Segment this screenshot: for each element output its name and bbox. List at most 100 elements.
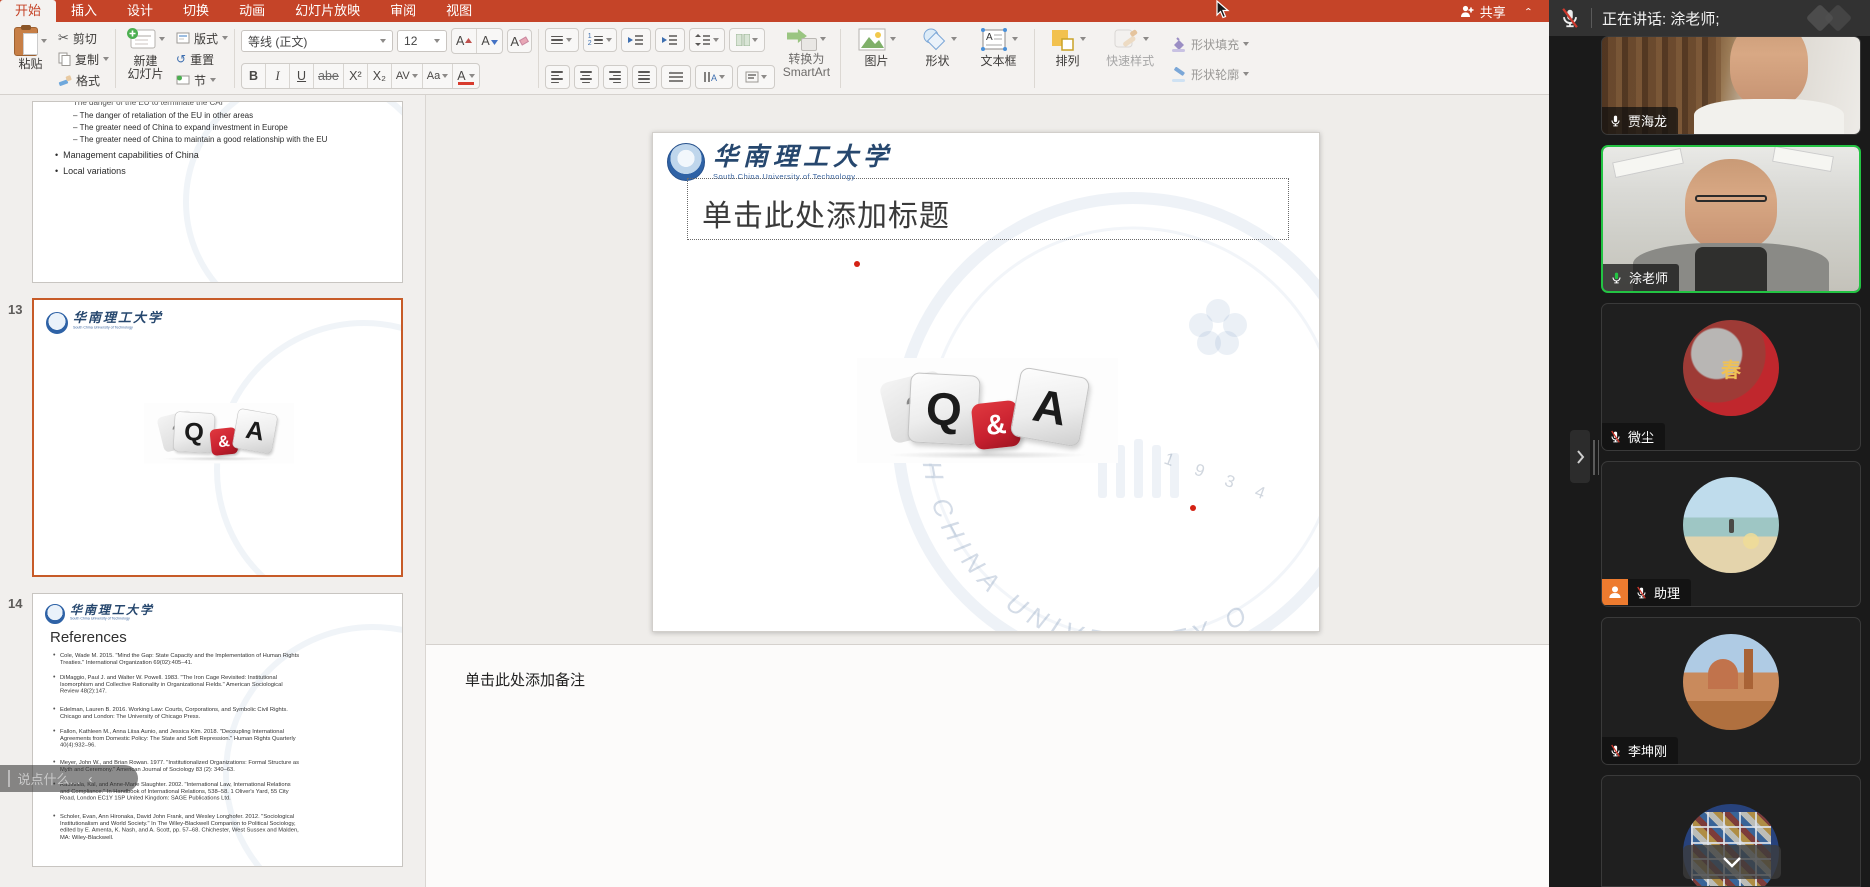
decrease-indent-button[interactable] <box>621 28 651 52</box>
insert-shapes-button[interactable]: 形状 <box>914 25 961 92</box>
participant-tile[interactable]: 李坤刚 <box>1601 617 1861 765</box>
tab-home[interactable]: 开始 <box>0 0 56 22</box>
slides-group: 新建幻灯片 版式 ↺重置 节 <box>122 25 228 92</box>
shape-fill-button[interactable]: 形状填充 <box>1170 35 1249 53</box>
university-name-cn: 华南理工大学 <box>713 143 893 171</box>
section-button[interactable]: 节 <box>176 71 228 89</box>
reference-entry: DiMaggio, Paul J. and Walter W. Powell. … <box>60 674 299 695</box>
change-case-button[interactable]: Aa <box>423 64 453 88</box>
slide-12-thumbnail[interactable]: The danger of the EU to terminate the CA… <box>32 101 403 283</box>
scroll-participants-down-button[interactable] <box>1683 845 1781 879</box>
columns-icon <box>736 34 750 46</box>
character-spacing-button[interactable]: AV <box>392 64 423 88</box>
slide-canvas[interactable]: H CHINA UNIVERSITY O 1 9 3 4 华南理工大学 Sout… <box>652 132 1320 632</box>
chat-placeholder: 说点什么... <box>18 769 81 788</box>
collapse-ribbon-icon[interactable]: ⌃ <box>1524 6 1533 16</box>
convert-smartart-button[interactable]: 转换为SmartArt <box>779 25 834 92</box>
font-name-select[interactable]: 等线 (正文) <box>241 30 393 52</box>
references-list: •Cole, Wade M. 2015. "Mind the Gap: Stat… <box>53 652 393 854</box>
format-painter-icon <box>58 74 72 87</box>
notes-pane[interactable]: 单击此处添加备注 <box>426 644 1549 887</box>
participant-name: 李坤刚 <box>1628 741 1667 760</box>
slide-14-number: 14 <box>8 596 22 611</box>
new-slide-button[interactable]: 新建幻灯片 <box>122 25 169 92</box>
tab-design[interactable]: 设计 <box>112 0 168 22</box>
tab-transitions[interactable]: 切换 <box>168 0 224 22</box>
tab-view[interactable]: 视图 <box>431 0 487 22</box>
italic-button[interactable]: I <box>266 64 290 88</box>
bold-button[interactable]: B <box>242 64 266 88</box>
strikethrough-button[interactable]: abe <box>314 64 344 88</box>
slide-14-thumbnail[interactable]: 华南理工大学South China University of Technolo… <box>32 593 403 867</box>
slide-13-thumbnail[interactable]: 华南理工大学South China University of Technolo… <box>32 298 403 577</box>
align-left-button[interactable] <box>545 65 570 89</box>
participant-avatar <box>1683 477 1779 573</box>
paste-button[interactable]: 粘贴 <box>10 25 51 92</box>
shrink-arrow-icon <box>491 38 498 45</box>
bullets-button[interactable] <box>545 28 579 52</box>
shape-outline-button[interactable]: 形状轮廓 <box>1170 65 1249 83</box>
increase-indent-button[interactable] <box>655 28 685 52</box>
picture-icon <box>857 27 887 53</box>
share-label: 共享 <box>1480 2 1506 21</box>
shrink-font-button[interactable]: A <box>477 29 501 53</box>
text-direction-button[interactable]: A <box>695 65 733 89</box>
text-direction-icon: A <box>703 71 717 83</box>
cut-button[interactable]: ✂剪切 <box>58 29 109 47</box>
tab-animations[interactable]: 动画 <box>224 0 280 22</box>
meeting-chat-input[interactable]: 说点什么... ‹ <box>0 765 138 792</box>
justify-button[interactable] <box>632 65 657 89</box>
font-color-button[interactable]: A <box>453 64 478 88</box>
tab-review[interactable]: 审阅 <box>375 0 431 22</box>
format-painter-button[interactable]: 格式 <box>58 71 109 89</box>
insert-picture-button[interactable]: 图片 <box>853 25 900 92</box>
reset-button[interactable]: ↺重置 <box>176 50 228 68</box>
participant-tile[interactable]: 助理 <box>1601 461 1861 607</box>
font-size-select[interactable]: 12 <box>397 30 447 52</box>
participant-tile[interactable]: 贾海龙 <box>1601 36 1861 135</box>
distribute-button[interactable] <box>661 65 691 89</box>
layout-button[interactable]: 版式 <box>176 29 228 47</box>
application-window: 开始 插入 设计 切换 动画 幻灯片放映 审阅 视图 共享 ⌃ 粘贴 ✂剪切 复… <box>0 0 1870 887</box>
assistant-role-badge <box>1602 579 1628 605</box>
mic-muted-icon[interactable] <box>1559 6 1581 30</box>
person-icon <box>1607 584 1623 600</box>
arrange-button[interactable]: 排列 <box>1045 25 1090 92</box>
participant-tile[interactable]: 春 微尘 <box>1601 303 1861 451</box>
subscript-button[interactable]: X₂ <box>368 64 392 88</box>
qa-dice-image[interactable]: ? Q & A <box>857 358 1118 463</box>
font-group: 等线 (正文) 12 A A A B I U abe X² X₂ AV Aa <box>241 25 532 92</box>
tab-insert[interactable]: 插入 <box>56 0 112 22</box>
copy-button[interactable]: 复制 <box>58 50 109 68</box>
participant-name: 涂老师 <box>1629 268 1668 287</box>
slide12-bullet-item: • Management capabilities of China <box>55 150 199 160</box>
grow-font-button[interactable]: A <box>452 29 477 53</box>
align-text-button[interactable] <box>737 65 775 89</box>
insert-textbox-button[interactable]: A 文本框 <box>975 25 1022 92</box>
underline-button[interactable]: U <box>290 64 314 88</box>
expand-panel-button[interactable] <box>1570 430 1590 483</box>
slide12-dash-item: – The greater need of China to maintain … <box>73 135 327 144</box>
share-button[interactable]: 共享 <box>1460 2 1506 21</box>
line-spacing-button[interactable] <box>689 28 725 52</box>
clear-formatting-button[interactable]: A <box>507 29 532 53</box>
tab-slideshow[interactable]: 幻灯片放映 <box>280 0 375 22</box>
laser-pointer-dot <box>1190 505 1196 511</box>
align-center-button[interactable] <box>574 65 599 89</box>
quick-styles-button[interactable]: 快速样式 <box>1102 25 1158 92</box>
chevron-right-icon <box>1576 449 1585 465</box>
a-die: A <box>1009 366 1090 447</box>
chat-collapse-icon[interactable]: ‹ <box>88 772 92 786</box>
mic-on-icon <box>1609 113 1622 129</box>
panel-drag-handle[interactable] <box>1593 440 1599 475</box>
title-placeholder[interactable]: 单击此处添加标题 <box>687 178 1289 240</box>
superscript-button[interactable]: X² <box>344 64 368 88</box>
numbering-button[interactable]: 12 <box>583 28 617 52</box>
participant-tile-active-speaker[interactable]: 涂老师 <box>1601 145 1861 293</box>
mic-muted-icon <box>1609 429 1622 445</box>
layout-icon <box>176 32 190 44</box>
columns-button[interactable] <box>729 28 765 52</box>
distribute-icon <box>668 71 684 83</box>
dice-shadow <box>887 451 1088 459</box>
align-right-button[interactable] <box>603 65 628 89</box>
